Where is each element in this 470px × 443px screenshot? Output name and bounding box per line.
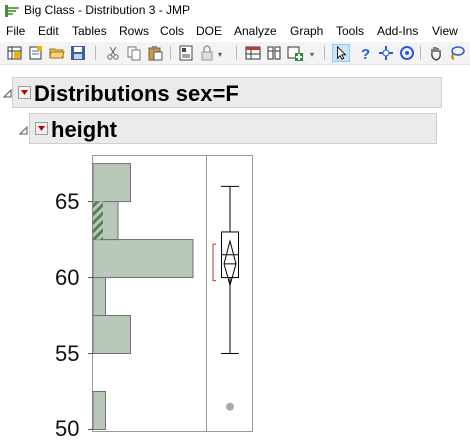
outline-header-distributions: Distributions sex=F <box>12 77 442 108</box>
arrow-tool-icon[interactable] <box>332 44 350 62</box>
toolbar-separator <box>236 46 237 60</box>
menu-tables[interactable]: Tables <box>72 24 107 38</box>
copy-icon[interactable] <box>125 44 143 62</box>
grabber-hand-icon[interactable] <box>427 44 445 62</box>
plot-divider <box>206 155 207 432</box>
menu-file[interactable]: File <box>6 24 25 38</box>
menu-bar: File Edit Tables Rows Cols DOE Analyze G… <box>0 23 470 41</box>
window-title: Big Class - Distribution 3 - JMP <box>24 3 191 17</box>
y-tick-label: 55 <box>55 340 80 366</box>
menu-add-ins[interactable]: Add-Ins <box>377 24 418 38</box>
new-data-table-icon[interactable] <box>6 44 24 62</box>
outline-header-height: height <box>29 113 437 144</box>
toolbar-separator <box>170 46 171 60</box>
column-icon[interactable] <box>265 44 283 62</box>
svg-text:?: ? <box>361 46 370 62</box>
save-icon[interactable] <box>69 44 87 62</box>
open-icon[interactable] <box>48 44 66 62</box>
y-tick-label: 50 <box>55 416 80 442</box>
paste-icon[interactable] <box>146 44 164 62</box>
add-icon[interactable] <box>286 44 304 62</box>
red-triangle-menu-icon[interactable] <box>35 122 48 135</box>
menu-view[interactable]: View <box>432 24 458 38</box>
cut-icon[interactable] <box>104 44 122 62</box>
red-triangle-menu-icon[interactable] <box>18 86 31 99</box>
selection-target-icon[interactable] <box>398 44 416 62</box>
menu-tools[interactable]: Tools <box>336 24 364 38</box>
menu-edit[interactable]: Edit <box>38 24 59 38</box>
new-script-icon[interactable] <box>27 44 45 62</box>
disclosure-triangle-icon[interactable] <box>3 89 12 98</box>
menu-analyze[interactable]: Analyze <box>234 24 277 38</box>
toolbar-separator <box>324 46 325 60</box>
title-bar: Big Class - Distribution 3 - JMP <box>0 0 470 22</box>
toolbar-separator <box>95 46 96 60</box>
menu-graph[interactable]: Graph <box>290 24 323 38</box>
y-tick-label: 65 <box>55 188 80 214</box>
disclosure-triangle-icon[interactable] <box>19 126 28 135</box>
data-table-list-icon[interactable] <box>244 44 262 62</box>
outline-title-distributions: Distributions sex=F <box>34 81 239 106</box>
lasso-icon[interactable] <box>448 44 466 62</box>
crosshair-tool-icon[interactable] <box>377 44 395 62</box>
toolbar: ▾ ▾ ? <box>0 42 470 65</box>
histogram-plot-frame[interactable] <box>92 155 253 432</box>
jmp-app-icon <box>5 5 19 17</box>
toolbar-separator <box>420 46 421 60</box>
menu-rows[interactable]: Rows <box>119 24 149 38</box>
outline-title-height: height <box>51 117 117 142</box>
lock-icon[interactable] <box>198 44 216 62</box>
dropdown-arrow-icon[interactable]: ▾ <box>218 50 226 60</box>
y-tick-label: 60 <box>55 264 80 290</box>
help-tool-icon[interactable]: ? <box>356 44 374 62</box>
dropdown-arrow-icon[interactable]: ▾ <box>310 50 318 60</box>
menu-cols[interactable]: Cols <box>160 24 184 38</box>
menu-doe[interactable]: DOE <box>196 24 222 38</box>
journal-icon[interactable] <box>177 44 195 62</box>
